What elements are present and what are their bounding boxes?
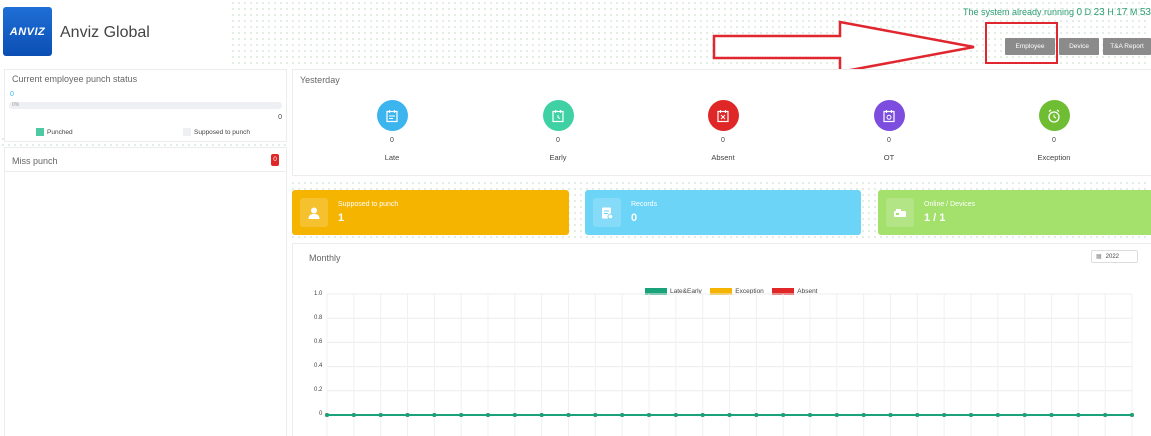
data-point <box>1103 413 1108 417</box>
data-point <box>459 413 464 417</box>
data-point <box>486 413 490 417</box>
data-point <box>539 413 544 417</box>
data-point <box>915 413 920 417</box>
data-point <box>888 413 893 417</box>
data-point <box>620 413 625 417</box>
data-point <box>942 413 947 417</box>
data-point <box>1130 413 1134 417</box>
data-point <box>351 413 356 417</box>
data-point <box>754 413 759 417</box>
data-point <box>378 413 383 417</box>
data-point <box>432 413 437 417</box>
data-point <box>1022 413 1027 417</box>
data-point <box>969 413 973 417</box>
data-point <box>781 413 786 417</box>
data-point <box>995 413 1000 417</box>
data-point <box>566 413 571 417</box>
data-point <box>727 413 732 417</box>
data-point <box>673 413 678 417</box>
data-point <box>834 413 839 417</box>
data-point <box>700 413 705 417</box>
data-point <box>325 413 329 417</box>
data-point <box>512 413 517 417</box>
data-point <box>808 413 812 417</box>
data-point <box>861 413 866 417</box>
data-point <box>1049 413 1054 417</box>
monthly-line-chart <box>325 293 1134 436</box>
data-point <box>1076 413 1081 417</box>
data-point <box>593 413 598 417</box>
data-point <box>647 413 651 417</box>
data-point <box>405 413 410 417</box>
